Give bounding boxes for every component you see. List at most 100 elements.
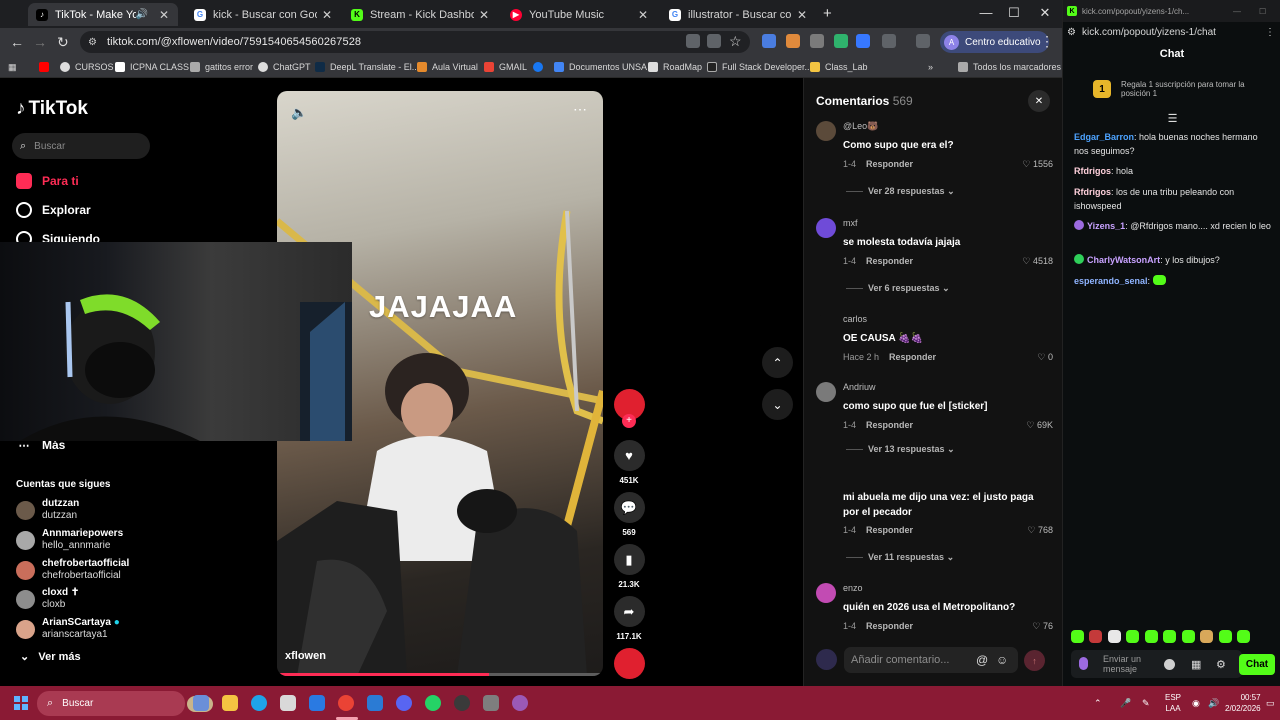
menu-icon[interactable]: ⋮ <box>1040 33 1054 50</box>
reply-button[interactable]: Responder <box>866 159 913 169</box>
emote-icon[interactable] <box>1237 630 1250 643</box>
bookmark-facebook[interactable] <box>533 59 548 75</box>
followed-account[interactable]: chefrobertaofficial chefrobertaofficial <box>16 557 129 583</box>
bookmark-roadmap[interactable]: RoadMap <box>648 59 702 75</box>
more-options-icon[interactable]: ⋯ <box>573 101 587 118</box>
gift-sub-banner[interactable]: 1 Regala 1 suscripción para tomar la pos… <box>1093 80 1251 98</box>
mic-icon[interactable]: 🎤 <box>1120 698 1131 709</box>
comment-user[interactable]: enzo <box>843 583 863 593</box>
extension-icon[interactable] <box>810 34 824 48</box>
discord-icon[interactable] <box>396 695 412 711</box>
avatar[interactable] <box>816 583 836 603</box>
follow-plus-icon[interactable]: + <box>622 414 636 428</box>
volume-icon[interactable]: 🔊 <box>1208 698 1219 709</box>
edge-icon[interactable] <box>251 695 267 711</box>
tab-tiktok[interactable]: ♪ TikTok - Make Your Day 🔊 ✕ <box>28 3 178 26</box>
nav-for-you[interactable]: Para ti <box>16 173 79 189</box>
reply-button[interactable]: Responder <box>866 621 913 631</box>
whatsapp-icon[interactable] <box>425 695 441 711</box>
emote-icon[interactable] <box>1200 630 1213 643</box>
close-comments-button[interactable]: ✕ <box>1028 90 1050 112</box>
reply-button[interactable]: Responder <box>889 352 936 362</box>
all-bookmarks[interactable]: Todos los marcadores <box>958 59 1061 75</box>
avatar[interactable] <box>816 121 836 141</box>
reading-list-icon[interactable] <box>916 34 930 48</box>
bookmark-documentos[interactable]: Documentos UNSA <box>554 59 647 75</box>
reply-button[interactable]: Responder <box>866 256 913 266</box>
tab-illustrator-search[interactable]: G illustrator - Buscar con Google ✕ <box>661 3 816 26</box>
emote-icon[interactable] <box>1219 630 1232 643</box>
followed-account[interactable]: cloxd ✝ cloxb <box>16 586 79 612</box>
mention-icon[interactable]: @ <box>976 653 988 667</box>
chat-username[interactable]: esperando_senal <box>1074 276 1148 286</box>
close-icon[interactable]: ✕ <box>321 8 333 22</box>
wifi-icon[interactable]: ◉ <box>1192 698 1200 709</box>
save-button[interactable]: ▮ 21.3K <box>613 544 645 589</box>
avatar[interactable] <box>816 382 836 402</box>
clock[interactable]: 00:57 2/02/2026 <box>1225 692 1261 714</box>
site-info-icon[interactable]: ⚙ <box>88 37 97 48</box>
mail-icon[interactable] <box>309 695 325 711</box>
comment-user[interactable]: @Leo🐻 <box>843 121 878 132</box>
tab-youtube-music[interactable]: ▶ YouTube Music ✕ <box>502 3 657 26</box>
widgets-icon[interactable] <box>193 695 209 711</box>
chat-username[interactable]: CharlyWatsonArt <box>1087 255 1160 265</box>
comment-likes[interactable]: ♡ 768 <box>1008 525 1053 536</box>
chat-username[interactable]: Rfdrigos <box>1074 187 1111 197</box>
comment-likes[interactable]: ♡ 0 <box>1008 352 1053 363</box>
store-icon[interactable] <box>280 695 296 711</box>
view-replies-button[interactable]: Ver 11 respuestas ⌄ <box>846 552 954 563</box>
followed-account[interactable]: dutzzan dutzzan <box>16 497 79 523</box>
forward-icon[interactable]: → <box>33 34 47 50</box>
previous-video-button[interactable]: ⌃ <box>762 347 793 378</box>
chat-username[interactable]: Edgar_Barron <box>1074 132 1134 142</box>
menu-icon[interactable]: ⋮ <box>1265 27 1275 38</box>
emoji-icon[interactable] <box>1164 659 1175 670</box>
reply-button[interactable]: Responder <box>866 420 913 430</box>
emote-icon[interactable] <box>1126 630 1139 643</box>
emote-icon[interactable] <box>1071 630 1084 643</box>
maximize-icon[interactable]: ☐ <box>1259 7 1266 16</box>
chrome-icon[interactable] <box>338 695 354 711</box>
followed-account[interactable]: Annmariepowers hello_annmarie <box>16 527 123 553</box>
adblock-icon[interactable] <box>834 34 848 48</box>
vscode-icon[interactable] <box>367 695 383 711</box>
search-input[interactable]: ⌕ Buscar <box>12 133 150 159</box>
bookmark-youtube[interactable] <box>39 59 54 75</box>
emote-icon[interactable] <box>1089 630 1102 643</box>
comment-likes[interactable]: ♡ 4518 <box>1008 256 1053 267</box>
app-icon[interactable] <box>483 695 499 711</box>
emote-icon[interactable] <box>1182 630 1195 643</box>
pen-icon[interactable]: ✎ <box>1142 698 1150 709</box>
address-bar[interactable]: ⚙ tiktok.com/@xflowen/video/759154065456… <box>80 31 750 53</box>
post-comment-button[interactable]: ↑ <box>1024 650 1045 671</box>
comment-user[interactable]: Andriuw <box>843 382 876 392</box>
nav-explore[interactable]: Explorar <box>16 202 91 218</box>
video-author[interactable]: xflowen <box>285 650 326 662</box>
bookmark-class-lab[interactable]: Class_Lab <box>810 59 868 75</box>
emote-icon[interactable] <box>1145 630 1158 643</box>
tab-kick-dashboard[interactable]: K Stream - Kick Dashboard ✕ <box>343 3 498 26</box>
bookmark-gatitos[interactable]: gatitos error <box>190 59 253 75</box>
minimize-icon[interactable]: — <box>1233 7 1241 16</box>
chevron-up-icon[interactable]: ⌃ <box>1094 698 1102 709</box>
reply-button[interactable]: Responder <box>866 525 913 535</box>
comment-likes[interactable]: ♡ 1556 <box>1008 159 1053 170</box>
minimize-icon[interactable]: — <box>971 5 1001 20</box>
emote-icon[interactable] <box>1108 630 1121 643</box>
chat-menu-icon[interactable]: ☰ <box>1166 112 1179 125</box>
bookmark-chatgpt[interactable]: ChatGPT <box>258 59 311 75</box>
emote-icon[interactable] <box>1163 630 1176 643</box>
extension-icon[interactable] <box>856 34 870 48</box>
comment-likes[interactable]: ♡ 76 <box>1008 621 1053 632</box>
comment-user[interactable]: carlos <box>843 314 867 324</box>
followed-account[interactable]: ArianSCartaya ● arianscartaya1 <box>16 616 120 642</box>
apps-icon[interactable]: ▦ <box>8 59 17 75</box>
bookmark-icpna[interactable]: ICPNA CLASS <box>115 59 189 75</box>
close-icon[interactable]: ✕ <box>796 8 808 22</box>
install-icon[interactable] <box>707 34 721 48</box>
kick-address-bar[interactable]: ⚙ kick.com/popout/yizens-1/chat ⋮ <box>1063 22 1280 42</box>
chat-username[interactable]: Yizens_1 <box>1087 221 1125 231</box>
comment-button[interactable]: 💬 569 <box>613 492 645 537</box>
see-more-button[interactable]: ⌄ Ver más <box>20 650 81 663</box>
